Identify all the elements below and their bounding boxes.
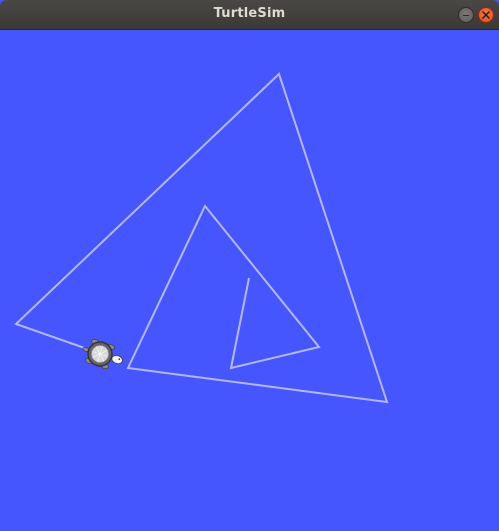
minimize-button[interactable] bbox=[458, 7, 474, 23]
bottom-edge bbox=[160, 524, 300, 531]
close-button[interactable] bbox=[478, 7, 494, 23]
turtle-path bbox=[14, 72, 389, 404]
close-icon bbox=[482, 11, 490, 19]
window-title: TurtleSim bbox=[213, 6, 286, 21]
turtle-canvas[interactable] bbox=[0, 30, 499, 531]
drawing-surface bbox=[14, 72, 389, 404]
title-bar[interactable]: TurtleSim bbox=[0, 0, 499, 30]
turtle-icon[interactable] bbox=[79, 337, 126, 374]
turtlesim-window: TurtleSim bbox=[0, 0, 499, 531]
